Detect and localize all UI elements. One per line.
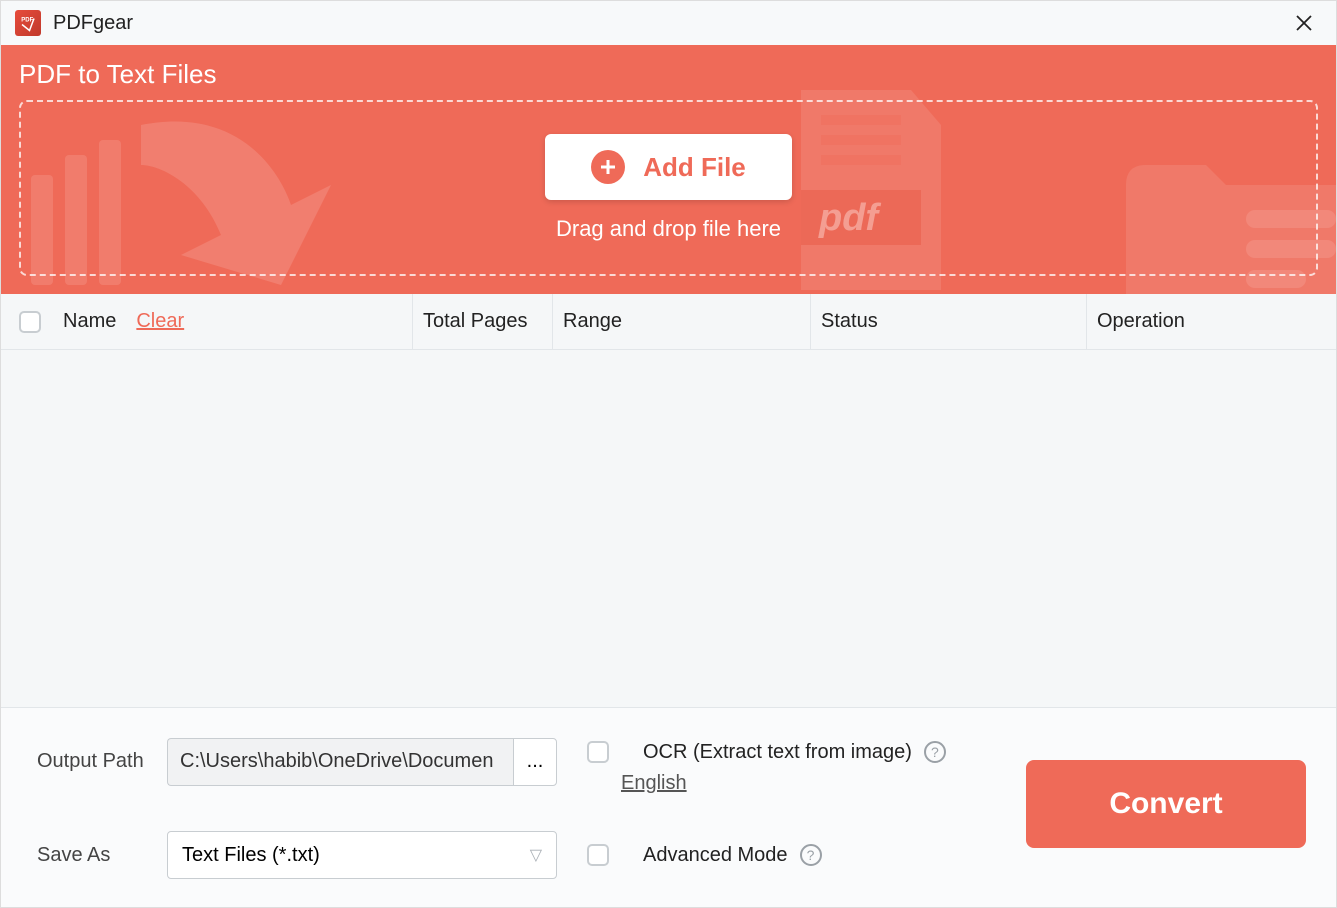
plus-icon (591, 150, 625, 184)
save-as-label: Save As (37, 844, 167, 867)
drop-zone[interactable]: Add File Drag and drop file here (19, 100, 1318, 276)
col-range-label: Range (563, 310, 622, 333)
save-as-select[interactable]: Text Files (*.txt) ▽ (167, 831, 557, 879)
app-window: PDF PDFgear pdf PDF to (0, 0, 1337, 908)
add-file-button[interactable]: Add File (545, 134, 792, 200)
table-header: Name Clear Total Pages Range Status Oper… (1, 294, 1336, 350)
footer: Output Path C:\Users\habib\OneDrive\Docu… (1, 707, 1336, 907)
output-path-input[interactable]: C:\Users\habib\OneDrive\Documen (167, 738, 513, 786)
ocr-checkbox[interactable] (587, 741, 609, 763)
save-as-value: Text Files (*.txt) (182, 844, 320, 867)
convert-button[interactable]: Convert (1026, 760, 1306, 848)
advanced-mode-label: Advanced Mode (643, 844, 788, 867)
ocr-label: OCR (Extract text from image) (643, 741, 912, 764)
advanced-mode-checkbox[interactable] (587, 844, 609, 866)
output-path-label: Output Path (37, 750, 167, 773)
drag-drop-label: Drag and drop file here (556, 216, 781, 242)
output-path-value: C:\Users\habib\OneDrive\Documen (180, 750, 493, 773)
chevron-down-icon: ▽ (530, 845, 542, 865)
clear-link[interactable]: Clear (136, 310, 184, 333)
titlebar: PDF PDFgear (1, 1, 1336, 45)
page-title: PDF to Text Files (19, 59, 1318, 90)
col-operation-label: Operation (1097, 310, 1185, 333)
help-icon[interactable]: ? (924, 741, 946, 763)
add-file-label: Add File (643, 152, 746, 183)
close-icon (1295, 14, 1313, 32)
table-body-empty (1, 350, 1336, 707)
close-button[interactable] (1286, 5, 1322, 41)
app-title: PDFgear (53, 12, 133, 35)
col-status-label: Status (821, 310, 878, 333)
select-all-checkbox[interactable] (19, 311, 41, 333)
col-pages-label: Total Pages (423, 310, 528, 333)
help-icon[interactable]: ? (800, 844, 822, 866)
browse-button[interactable]: ... (513, 738, 557, 786)
drop-zone-header: pdf PDF to Text Files Add File Drag and … (1, 45, 1336, 294)
app-icon: PDF (15, 10, 41, 36)
ocr-language-link[interactable]: English (621, 772, 1006, 795)
col-name-label: Name (63, 310, 116, 333)
